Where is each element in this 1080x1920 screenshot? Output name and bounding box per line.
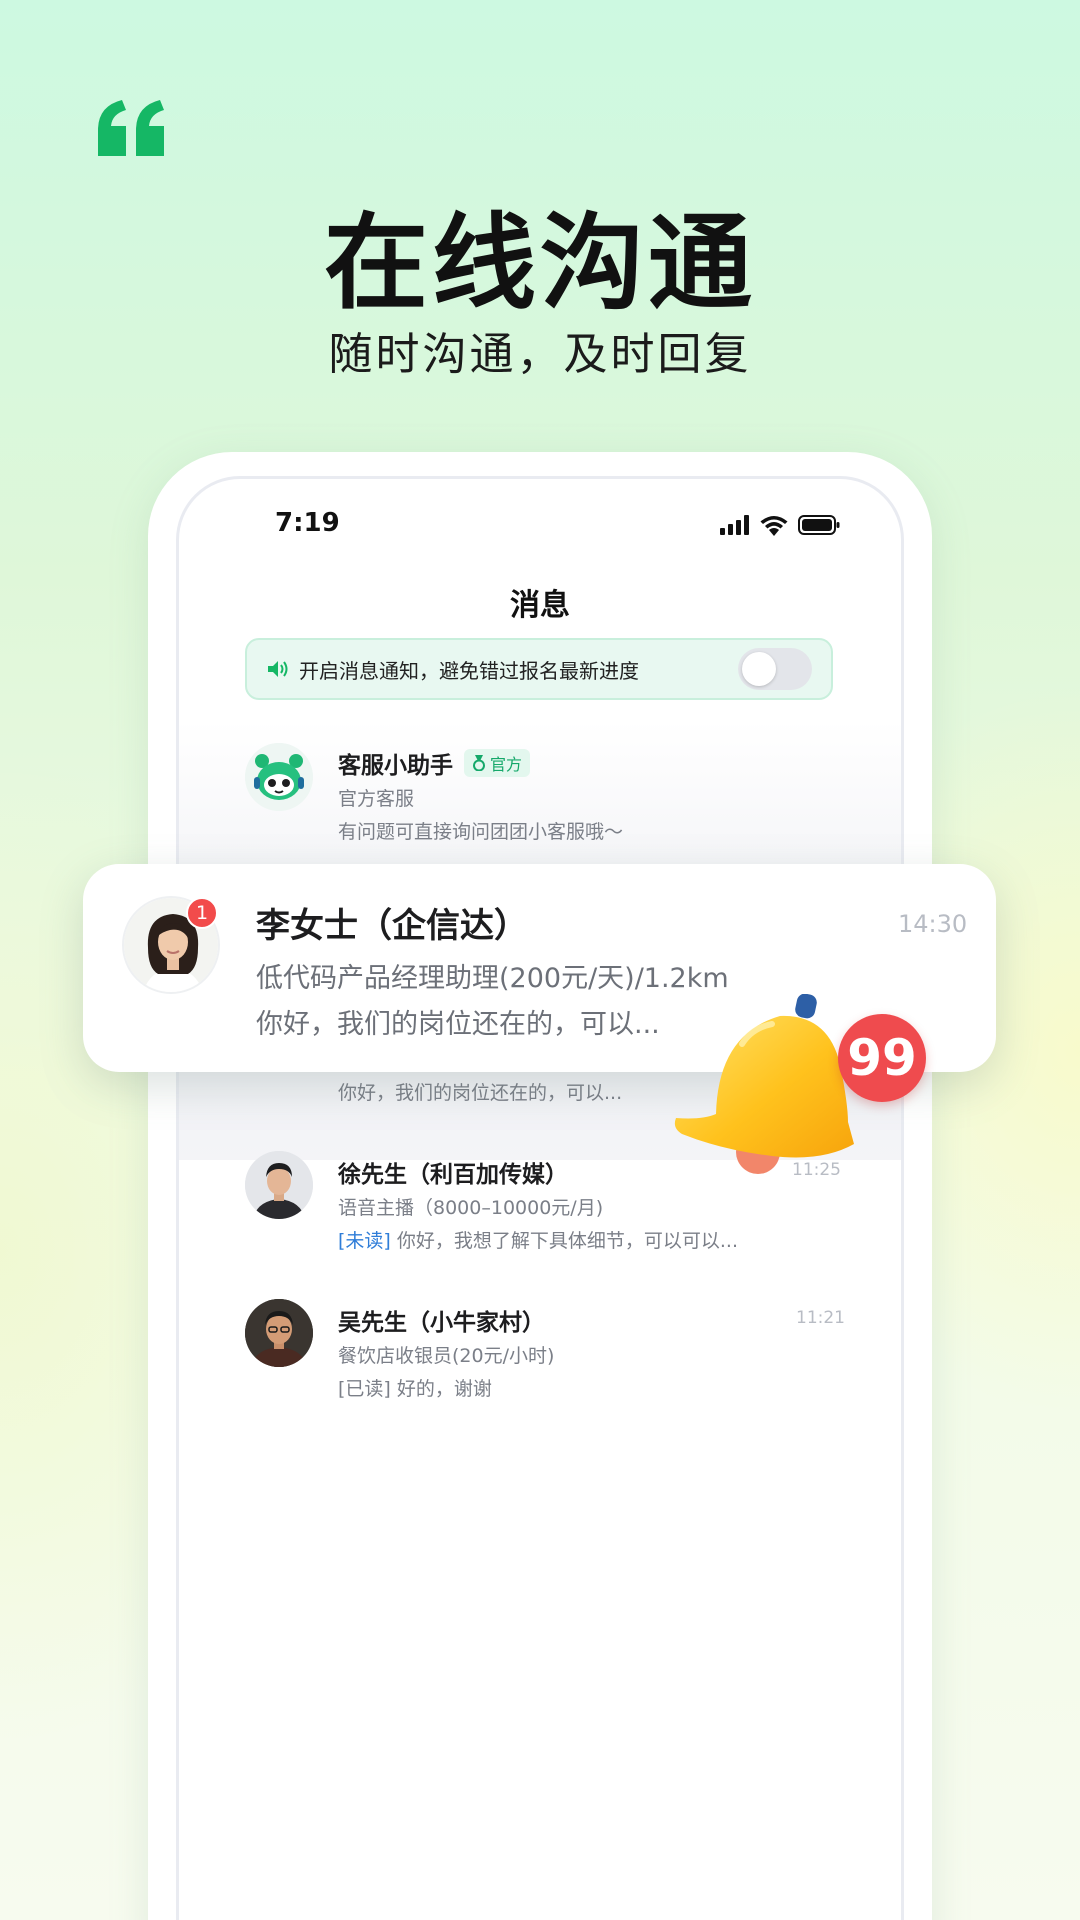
conversation-job: 餐饮店收银员(20元/小时) [338,1345,555,1367]
unread-count-badge: 1 [186,897,218,929]
avatar-customer-service[interactable] [245,743,313,811]
conversation-preview: 有问题可直接询问团团小客服哦～ [338,821,624,843]
toggle-knob [742,652,776,686]
unread-tag: [未读] [338,1230,391,1252]
person-photo [245,1299,313,1367]
popup-message-preview: 你好，我们的岗位还在的，可以... [256,1009,660,1040]
conversation-preview-row: [未读] 你好，我想了解下具体细节，可以可以... [338,1226,738,1253]
conversation-subtitle: 官方客服 [338,788,415,810]
screen-title: 消息 [510,588,570,623]
promo-page: 在线沟通 随时沟通，及时回复 7:19 消息 开启消息通知，避免错过报名最新进度… [0,0,1080,1920]
robot-mascot-icon [245,743,313,811]
bell-count-badge: 99 [838,1014,926,1102]
hero-subtitle: 随时沟通，及时回复 [328,329,752,380]
bell-icon [674,994,854,1174]
speaker-icon [268,661,288,677]
status-time: 7:19 [275,508,340,538]
status-icons [720,514,840,536]
signal-icon [720,515,749,535]
hero-title: 在线沟通 [323,202,756,324]
conversation-preview: 你好，我们的岗位还在的，可以... [338,1082,623,1104]
notification-toggle[interactable] [738,648,812,690]
notification-banner-text: 开启消息通知，避免错过报名最新进度 [299,658,639,683]
battery-icon [798,515,840,535]
conversation-name[interactable]: 客服小助手 [338,746,453,780]
conversation-preview: 好的，谢谢 [396,1378,492,1400]
wifi-icon [760,516,788,536]
conversation-job: 语音主播（8000–10000元/月) [338,1197,604,1219]
popup-time: 14:30 [898,910,968,938]
medal-icon [473,755,485,771]
official-badge-label: 官方 [490,755,523,774]
popup-job-title: 低代码产品经理助理(200元/天)/1.2km [256,963,729,994]
conversation-preview-row: [已读] 好的，谢谢 [338,1374,492,1401]
avatar-wu[interactable] [245,1299,313,1367]
conversation-preview: 你好，我想了解下具体细节，可以可以... [396,1230,738,1252]
conversation-time: 11:21 [796,1308,845,1328]
official-badge: 官方 [464,749,531,777]
conversation-name[interactable]: 徐先生（利百加传媒） [338,1155,568,1189]
quote-mark-icon [98,100,164,156]
conversation-name[interactable]: 吴先生（小牛家村） [338,1303,545,1337]
person-photo [245,1151,313,1219]
avatar-xu[interactable] [245,1151,313,1219]
popup-contact-name: 李女士（企信达） [256,906,528,946]
read-tag: [已读] [338,1378,391,1400]
